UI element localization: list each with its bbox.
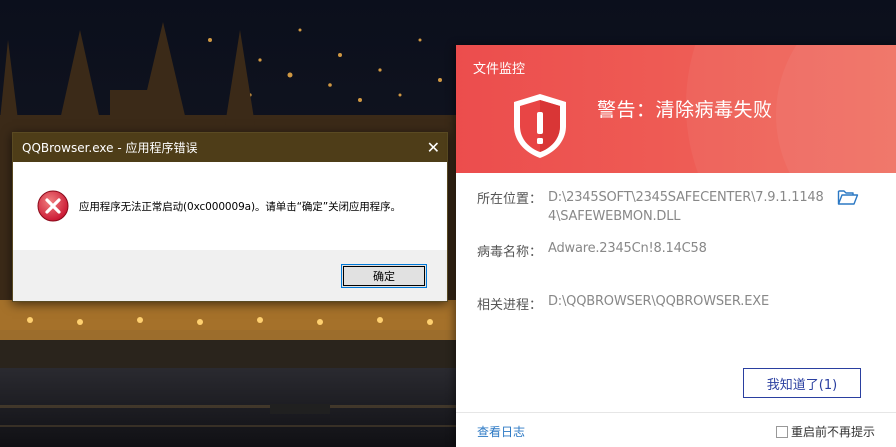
virus-name-label: 病毒名称： [477,245,543,260]
error-dialog: QQBrowser.exe - 应用程序错误 ✕ 应用程序无法正常启动(0xc0… [12,132,448,302]
view-log-link[interactable]: 查看日志 [477,423,525,440]
error-x-icon [37,190,69,222]
location-value: D:\2345SOFT\2345SAFECENTER\7.9.1.11484\S… [548,190,824,224]
folder-open-icon[interactable] [837,188,859,206]
error-dialog-titlebar[interactable]: QQBrowser.exe - 应用程序错误 ✕ [13,133,447,162]
close-icon[interactable]: ✕ [427,139,440,156]
dont-remind-checkbox[interactable]: 重启前不再提示 [776,423,875,440]
process-value: D:\QQBROWSER\QQBROWSER.EXE [548,294,769,309]
popup-title: 文件监控 [473,62,526,77]
dont-remind-label: 重启前不再提示 [791,425,876,439]
checkbox-icon[interactable] [776,425,788,438]
shield-exclamation-icon [514,94,566,158]
location-label: 所在位置： [477,192,543,207]
error-message: 应用程序无法正常启动(0xc000009a)。请单击“确定”关闭应用程序。 [79,200,401,213]
popup-footer: 查看日志 重启前不再提示 [456,412,896,447]
ok-button[interactable]: 确定 [341,263,427,288]
error-dialog-footer: 确定 [13,250,447,301]
acknowledge-button[interactable]: 我知道了(1) [743,368,861,398]
error-dialog-body: 应用程序无法正常启动(0xc000009a)。请单击“确定”关闭应用程序。 [13,162,447,250]
error-dialog-title: QQBrowser.exe - 应用程序错误 [22,141,198,155]
antivirus-header: 文件监控 警告：清除病毒失败 [456,45,896,173]
process-label: 相关进程： [477,298,543,313]
virus-name-value: Adware.2345Cn!8.14C58 [548,241,707,256]
warning-heading: 警告：清除病毒失败 [597,99,773,121]
antivirus-popup: 文件监控 警告：清除病毒失败 所在位置： D:\2345SOFT\2345SAF… [456,45,896,447]
